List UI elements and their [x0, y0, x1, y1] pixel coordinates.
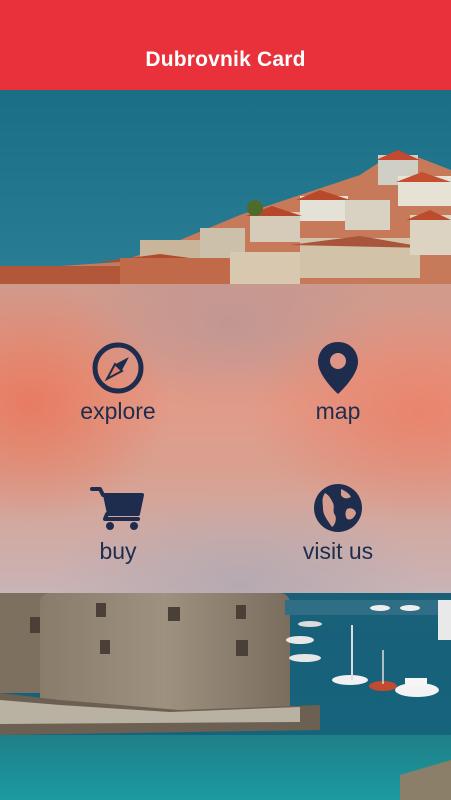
globe-icon [308, 480, 368, 536]
app-screen: Dubrovnik Card explore map buy visit us [0, 0, 451, 800]
map-label: map [315, 398, 361, 424]
shopping-cart-icon [88, 480, 148, 536]
visit-us-label: visit us [302, 538, 374, 564]
menu-grid: explore map buy visit us [0, 284, 451, 593]
map-button[interactable]: map [248, 340, 428, 440]
map-pin-icon [308, 340, 368, 396]
explore-label: explore [80, 398, 156, 424]
visit-us-button[interactable]: visit us [248, 480, 428, 580]
buy-label: buy [99, 538, 137, 564]
explore-button[interactable]: explore [28, 340, 208, 440]
compass-icon [88, 340, 148, 396]
app-header: Dubrovnik Card [0, 0, 451, 90]
buy-button[interactable]: buy [28, 480, 208, 580]
page-title: Dubrovnik Card [145, 48, 306, 71]
main-menu-panel: explore map buy visit us [0, 284, 451, 593]
